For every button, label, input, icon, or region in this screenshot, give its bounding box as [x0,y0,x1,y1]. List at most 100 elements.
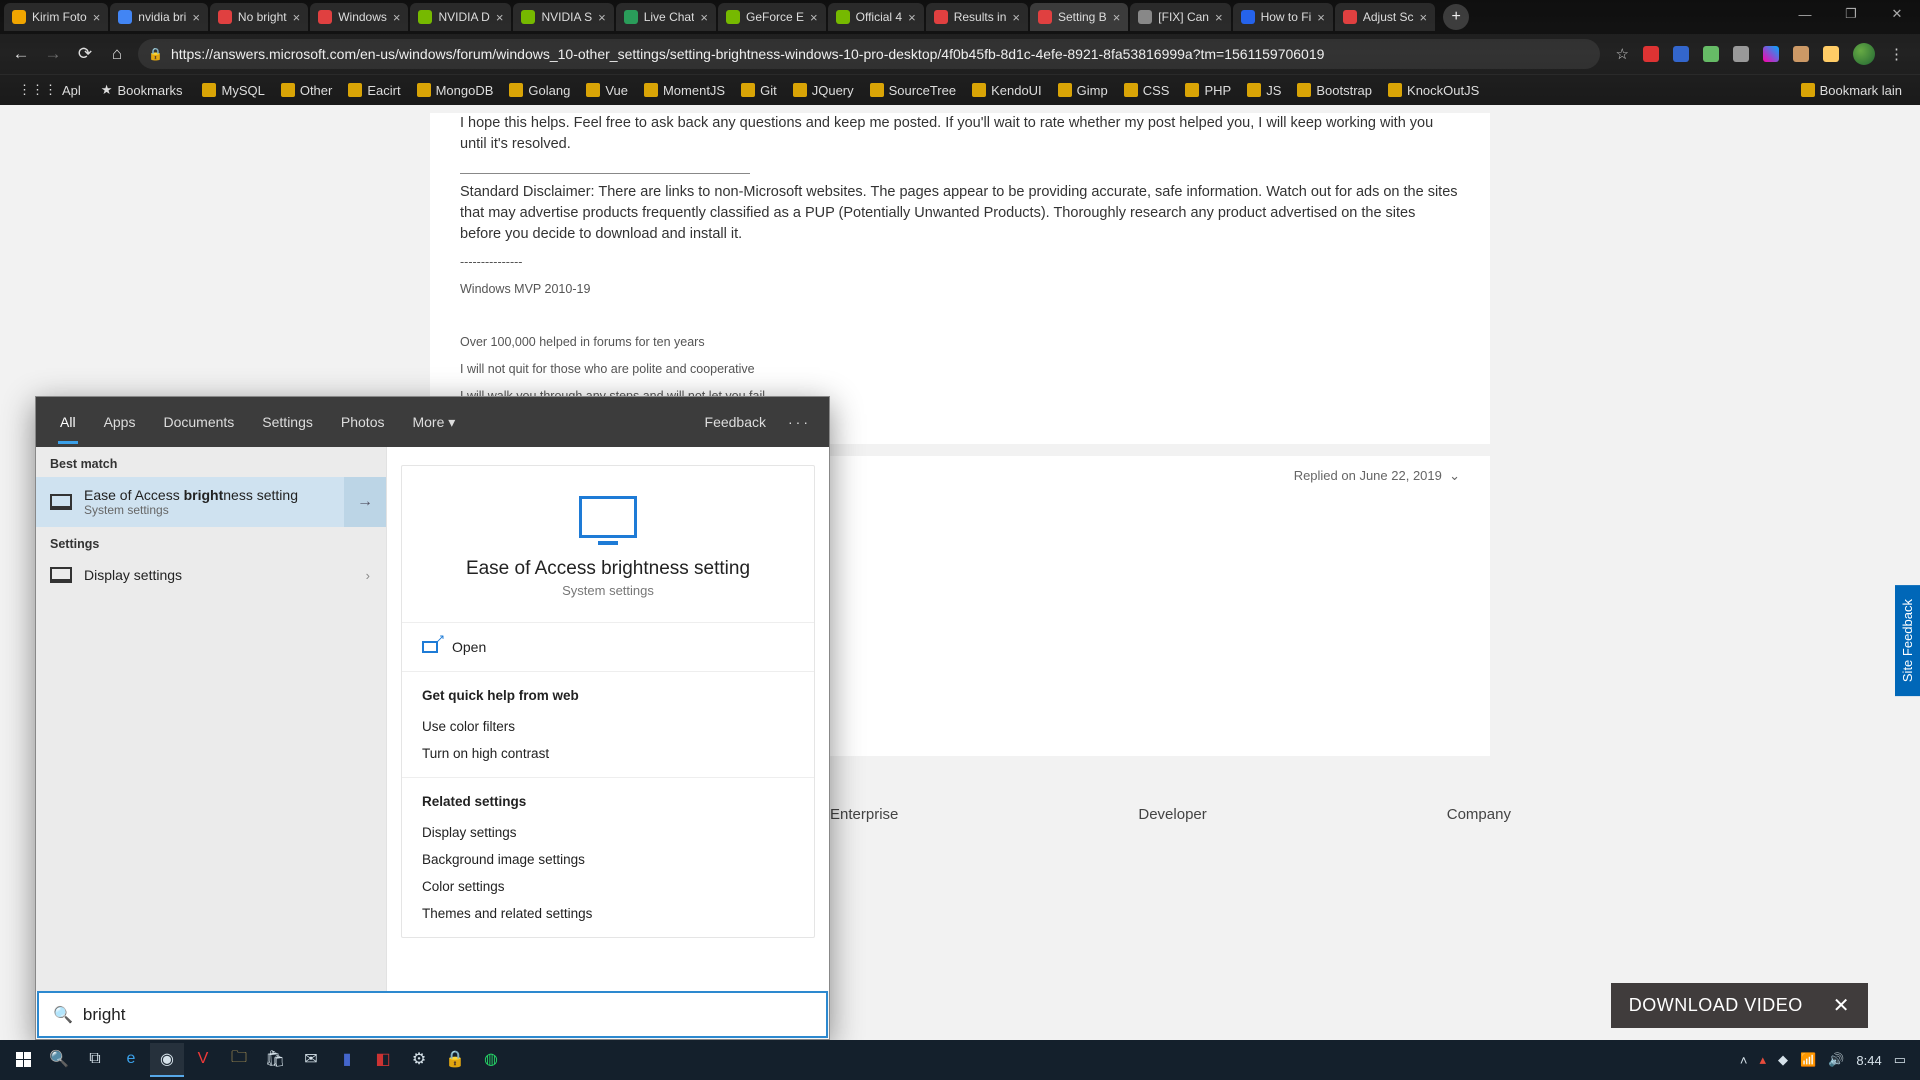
bookmark-item[interactable]: Bootstrap [1289,77,1380,103]
close-icon[interactable]: × [1113,10,1121,25]
clock[interactable]: 8:44 [1856,1053,1881,1068]
footer-col[interactable]: Enterprise [830,806,898,823]
browser-tab[interactable]: Live Chat× [616,3,716,31]
bookmark-item[interactable]: CSS [1116,77,1178,103]
window-close[interactable]: ✕ [1874,0,1920,28]
other-bookmarks[interactable]: Bookmark lain [1793,77,1910,103]
related-link[interactable]: Color settings [422,873,794,900]
address-bar[interactable]: 🔒 https://answers.microsoft.com/en-us/wi… [138,39,1600,69]
mail-icon[interactable]: ✉ [294,1043,328,1077]
close-icon[interactable]: × [393,10,401,25]
browser-tab[interactable]: GeForce E× [718,3,826,31]
volume-icon[interactable]: 🔊 [1828,1052,1844,1068]
apps-button[interactable]: ⋮⋮⋮ Apl [10,77,89,103]
browser-tab[interactable]: How to Fi× [1233,3,1333,31]
close-icon[interactable]: ✕ [1833,993,1850,1018]
close-icon[interactable]: × [598,10,606,25]
footer-col[interactable]: Company [1447,806,1511,823]
result-ease-of-access-brightness[interactable]: Ease of Access brightness setting System… [36,477,386,527]
close-icon[interactable]: × [1420,10,1428,25]
profile-avatar[interactable] [1853,43,1875,65]
extension-icon[interactable] [1643,46,1659,62]
close-icon[interactable]: × [1012,10,1020,25]
start-button[interactable] [6,1043,40,1077]
forward-button[interactable]: → [42,44,64,64]
search-tab-photos[interactable]: Photos [329,400,397,444]
edge-icon[interactable]: e [114,1043,148,1077]
bookmark-item[interactable]: Eacirt [340,77,408,103]
search-tab-settings[interactable]: Settings [250,400,325,444]
star-icon[interactable]: ☆ [1616,45,1629,63]
window-minimize[interactable]: — [1782,0,1828,28]
app-icon[interactable]: ▮ [330,1043,364,1077]
reload-button[interactable]: ⟳ [74,44,96,64]
related-link[interactable]: Display settings [422,819,794,846]
bookmark-item[interactable]: KnockOutJS [1380,77,1487,103]
footer-col[interactable]: Developer [1138,806,1206,823]
bookmark-item[interactable]: JS [1239,77,1289,103]
browser-tab[interactable]: Results in× [926,3,1028,31]
search-tab-more[interactable]: More [400,400,467,445]
browser-tab[interactable]: Adjust Sc× [1335,3,1435,31]
window-maximize[interactable]: ❐ [1828,0,1874,28]
browser-tab[interactable]: [FIX] Can× [1130,3,1230,31]
back-button[interactable]: ← [10,44,32,64]
browser-tab[interactable]: nvidia bri× [110,3,208,31]
search-feedback[interactable]: Feedback [693,400,778,444]
notifications-icon[interactable]: ▭ [1894,1052,1906,1068]
explorer-icon[interactable]: 🗀 [222,1043,256,1077]
site-feedback-button[interactable]: Site Feedback [1895,585,1920,696]
search-tab-all[interactable]: All [48,400,88,444]
whatsapp-icon[interactable]: ◍ [474,1043,508,1077]
close-icon[interactable]: × [1215,10,1223,25]
search-input[interactable] [83,1005,812,1025]
extension-icon[interactable] [1733,46,1749,62]
tray-app-icon[interactable]: ◆ [1778,1052,1788,1068]
extension-icon[interactable] [1763,46,1779,62]
quick-help-link[interactable]: Turn on high contrast [422,740,794,767]
extension-icon[interactable] [1673,46,1689,62]
extension-icon[interactable] [1703,46,1719,62]
store-icon[interactable]: 🛍 [258,1043,292,1077]
related-link[interactable]: Background image settings [422,846,794,873]
tray-chevron-icon[interactable]: ˄ [1740,1053,1748,1068]
bookmark-item[interactable]: MySQL [194,77,272,103]
open-action[interactable]: Open [402,623,814,672]
browser-tab[interactable]: Windows× [310,3,408,31]
result-display-settings[interactable]: Display settings › [36,557,386,593]
search-tab-apps[interactable]: Apps [92,400,148,444]
bookmark-item[interactable]: Other [273,77,341,103]
home-button[interactable]: ⌂ [106,44,128,64]
bookmark-item[interactable]: Golang [501,77,578,103]
browser-tab[interactable]: Kirim Foto× [4,3,108,31]
security-icon[interactable]: 🔒 [438,1043,472,1077]
bookmark-item[interactable]: Vue [578,77,636,103]
bookmark-item[interactable]: PHP [1177,77,1239,103]
browser-tab[interactable]: Official 4× [828,3,924,31]
browser-tab[interactable]: No bright× [210,3,308,31]
close-icon[interactable]: × [93,10,101,25]
app-icon[interactable]: ◧ [366,1043,400,1077]
vivaldi-icon[interactable]: V [186,1043,220,1077]
chrome-icon[interactable]: ◉ [150,1043,184,1077]
bookmark-item[interactable]: SourceTree [862,77,964,103]
close-icon[interactable]: × [810,10,818,25]
search-tab-documents[interactable]: Documents [151,400,246,444]
close-icon[interactable]: × [192,10,200,25]
extension-icon[interactable] [1823,46,1839,62]
reply-timestamp[interactable]: Replied on June 22, 2019 ⌄ [1294,468,1460,484]
close-icon[interactable]: × [496,10,504,25]
bookmark-item[interactable]: JQuery [785,77,862,103]
taskbar-search-icon[interactable]: 🔍 [42,1043,76,1077]
bookmark-item[interactable]: MomentJS [636,77,733,103]
quick-help-link[interactable]: Use color filters [422,713,794,740]
close-icon[interactable]: × [908,10,916,25]
expand-result-button[interactable]: → [344,477,386,527]
bookmark-item[interactable]: Gimp [1050,77,1116,103]
bookmark-item[interactable]: MongoDB [409,77,502,103]
browser-tab[interactable]: Setting B× [1030,3,1128,31]
new-tab-button[interactable]: + [1443,4,1469,30]
wifi-icon[interactable]: 📶 [1800,1052,1816,1068]
extension-icon[interactable] [1793,46,1809,62]
browser-tab[interactable]: NVIDIA S× [513,3,613,31]
